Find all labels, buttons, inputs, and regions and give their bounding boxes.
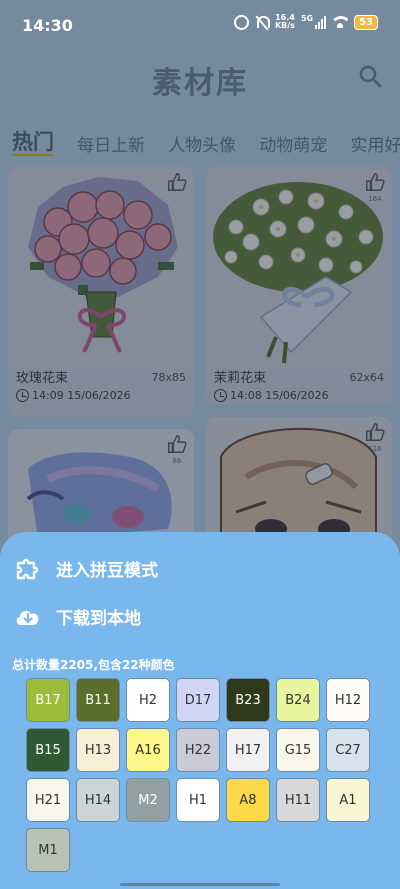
download-local-button[interactable]: 下载到本地 <box>14 604 141 629</box>
color-swatch[interactable]: D17 <box>176 678 220 722</box>
puzzle-icon <box>16 558 39 580</box>
enter-bead-mode-button[interactable]: 进入拼豆模式 <box>14 554 158 582</box>
color-swatch[interactable]: H14 <box>76 778 120 822</box>
color-swatch[interactable]: H17 <box>226 728 270 772</box>
alarm-icon <box>233 14 249 30</box>
color-swatch[interactable]: H13 <box>76 728 120 772</box>
color-swatch[interactable]: G15 <box>276 728 320 772</box>
color-summary: 总计数量2205,包含22种颜色 <box>12 658 175 672</box>
color-swatch[interactable]: C27 <box>326 728 370 772</box>
network-speed-unit: KB/s <box>274 21 295 30</box>
status-bar: 14:30 16.4 KB/s 5G 53 <box>0 0 400 48</box>
mute-icon <box>255 15 270 29</box>
home-indicator[interactable] <box>120 883 280 886</box>
color-swatch[interactable]: H1 <box>176 778 220 822</box>
color-swatch[interactable]: A8 <box>226 778 270 822</box>
color-swatch[interactable]: B15 <box>26 728 70 772</box>
color-swatch[interactable]: M2 <box>126 778 170 822</box>
color-swatch[interactable]: M1 <box>26 828 70 872</box>
color-swatch[interactable]: H12 <box>326 678 370 722</box>
color-swatch[interactable]: B11 <box>76 678 120 722</box>
signal-icon <box>315 15 327 29</box>
battery-icon: 53 <box>354 14 378 30</box>
network-speed: 16.4 KB/s <box>275 14 295 30</box>
color-swatch[interactable]: H22 <box>176 728 220 772</box>
color-swatch[interactable]: H2 <box>126 678 170 722</box>
download-local-label: 下载到本地 <box>56 609 141 629</box>
color-swatch[interactable]: A1 <box>326 778 370 822</box>
network-type: 5G <box>300 14 314 23</box>
color-swatch[interactable]: A16 <box>126 728 170 772</box>
color-swatch[interactable]: B24 <box>276 678 320 722</box>
color-swatch[interactable]: H11 <box>276 778 320 822</box>
color-swatch[interactable]: H21 <box>26 778 70 822</box>
color-swatch[interactable]: B17 <box>26 678 70 722</box>
wifi-icon <box>332 16 349 28</box>
status-time: 14:30 <box>22 16 73 35</box>
cloud-download-icon <box>16 610 39 625</box>
enter-bead-mode-label: 进入拼豆模式 <box>56 560 158 581</box>
color-swatch[interactable]: B23 <box>226 678 270 722</box>
